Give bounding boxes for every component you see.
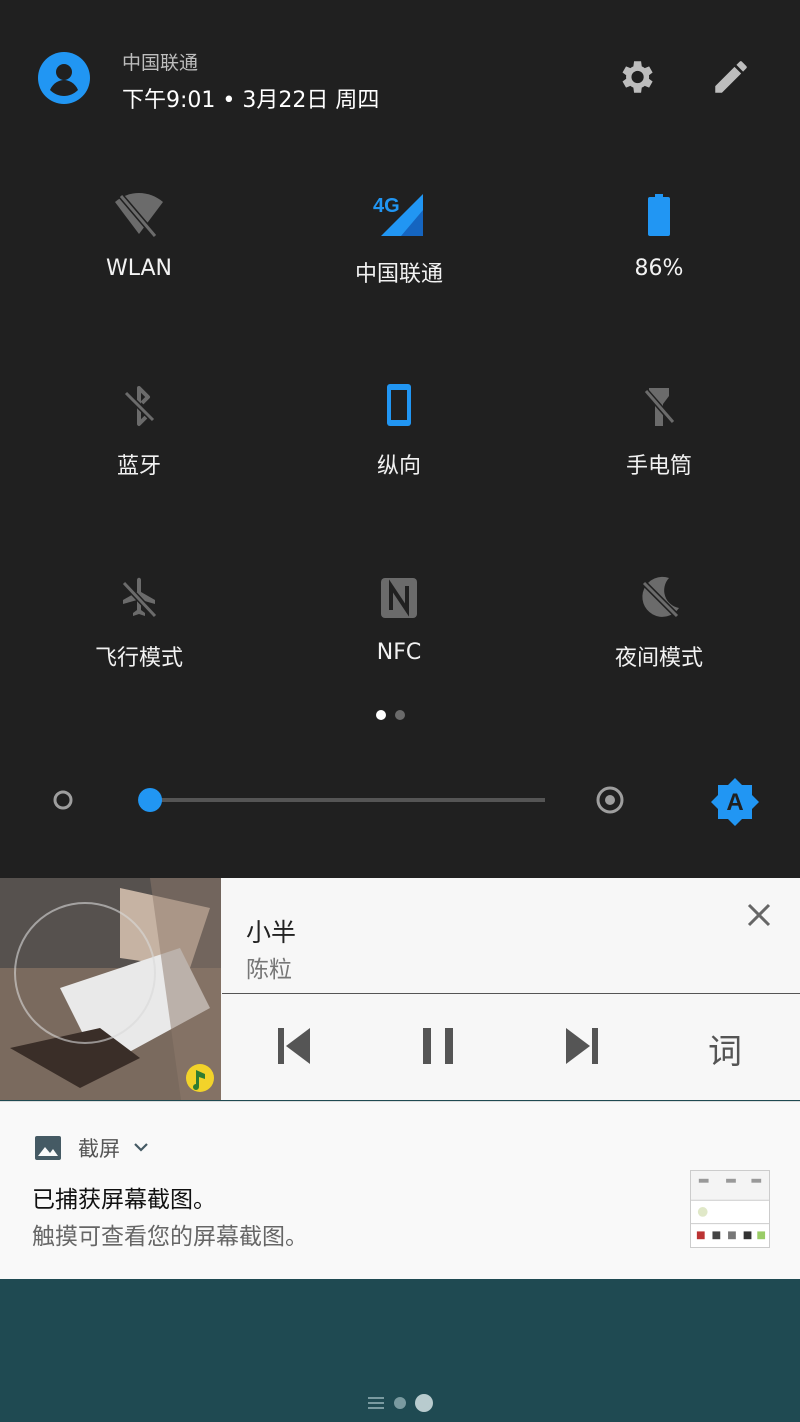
chevron-down-icon[interactable] [132,1138,150,1156]
tile-wlan[interactable]: WLAN [9,186,269,346]
screenshot-notification[interactable]: 截屏 已捕获屏幕截图。 触摸可查看您的屏幕截图。 [0,1101,800,1279]
home-page-indicator [368,1394,433,1412]
tile-label: NFC [376,640,422,665]
night-mode-off-icon [640,576,680,619]
user-avatar-icon[interactable] [38,52,90,104]
media-divider [222,993,800,994]
date-time: 下午9:01 • 3月22日 周四 [122,88,380,113]
tile-label: 夜间模式 [614,646,703,671]
tile-mobile-data[interactable]: 4G 中国联通 [269,186,529,346]
previous-track-icon[interactable] [270,1022,318,1070]
bluetooth-off-icon [122,386,156,426]
edit-pencil-icon[interactable] [710,56,752,98]
brightness-slider-thumb[interactable] [138,788,163,812]
close-icon[interactable] [740,896,778,934]
media-notification[interactable]: 小半 陈粒 词 [0,878,800,1100]
notification-title: 已捕获屏幕截图。 [32,1187,216,1213]
auto-brightness-label: A [726,789,743,816]
image-icon [35,1136,61,1160]
notification-text: 触摸可查看您的屏幕截图。 [32,1224,308,1250]
tile-orientation[interactable]: 纵向 [269,378,529,538]
nfc-icon [381,578,417,618]
tile-bluetooth[interactable]: 蓝牙 [9,378,269,538]
tile-label: 纵向 [376,454,421,479]
song-title: 小半 [246,918,297,947]
brightness-low-icon [53,790,73,810]
tile-battery[interactable]: 86% [529,186,789,346]
wifi-off-icon [115,193,163,238]
tile-label: 飞行模式 [94,646,183,671]
pause-icon[interactable] [414,1022,462,1070]
signal-badge: 4G [373,195,400,217]
brightness-control: A [53,778,759,826]
page-dot[interactable] [395,710,405,720]
tile-label: 蓝牙 [116,454,161,479]
screenshot-thumbnail[interactable] [690,1170,770,1248]
tile-airplane-mode[interactable]: 飞行模式 [9,570,269,730]
4g-signal-icon: 4G [373,194,423,236]
tile-label: 手电筒 [625,454,692,479]
flashlight-off-icon [642,388,676,426]
portrait-icon [387,384,411,426]
page-dot-active[interactable] [376,710,386,720]
next-track-icon[interactable] [558,1022,606,1070]
app-name: 截屏 [78,1137,120,1161]
tile-label: 中国联通 [354,262,443,287]
airplane-off-icon [120,577,158,619]
tile-night-mode[interactable]: 夜间模式 [529,570,789,730]
quick-settings-panel: 中国联通 下午9:01 • 3月22日 周四 WLAN 4G 中国联通 86% [0,0,800,878]
album-art [0,878,221,1100]
tile-label: WLAN [105,256,173,281]
auto-brightness-icon[interactable]: A [711,778,759,826]
tile-nfc[interactable]: NFC [269,570,529,730]
page-indicator [372,709,408,721]
settings-gear-icon[interactable] [615,56,657,98]
song-artist: 陈粒 [246,957,292,983]
tile-flashlight[interactable]: 手电筒 [529,378,789,538]
carrier-name: 中国联通 [122,52,199,74]
tile-label: 86% [634,256,684,281]
lyrics-button[interactable]: 词 [708,1024,742,1073]
battery-icon [648,194,670,236]
